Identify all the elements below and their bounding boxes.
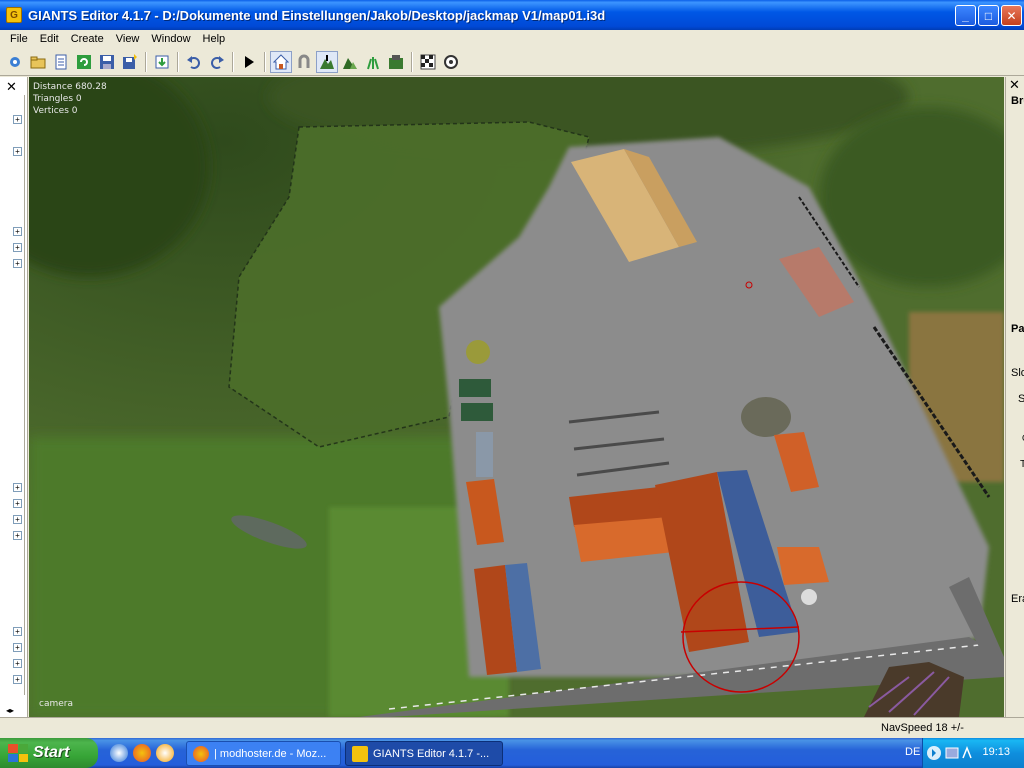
tree-expand-icon[interactable]: + (13, 115, 22, 124)
slope-label: Slo (1011, 367, 1024, 379)
menu-create[interactable]: Create (65, 33, 110, 45)
menu-window-label: Window (151, 33, 191, 45)
tree-expand-icon[interactable]: + (13, 227, 22, 236)
toolbar-separator (264, 51, 266, 72)
toolbar-separator (232, 51, 234, 72)
menu-help[interactable]: Help (197, 33, 232, 45)
tree-expand-icon[interactable]: + (13, 643, 22, 652)
language-indicator[interactable]: DE (905, 746, 920, 758)
tree-expand-icon[interactable]: + (13, 259, 22, 268)
minimize-button[interactable]: _ (955, 5, 976, 26)
tree-expand-icon[interactable]: + (13, 675, 22, 684)
menu-bar: File Edit Create View Window Help (0, 30, 1024, 48)
firefox-icon (193, 745, 209, 762)
terrain-render (29, 77, 1004, 717)
menu-window[interactable]: Window (145, 33, 196, 45)
status-bar: NavSpeed 18 +/- (0, 717, 1024, 738)
tree-expand-icon[interactable]: + (13, 243, 22, 252)
start-label: Start (33, 744, 70, 761)
windows-flag-icon (8, 744, 28, 762)
save-as-icon[interactable] (119, 51, 141, 73)
3d-viewport[interactable]: Distance 680.28 Triangles 0 Vertices 0 c… (29, 77, 1004, 717)
erase-label: Era (1011, 593, 1024, 605)
tree-expand-icon[interactable]: + (13, 147, 22, 156)
windows-taskbar: Start | modhoster.de - Moz... GIANTS Edi… (0, 738, 1024, 768)
tree-expand-icon[interactable]: + (13, 659, 22, 668)
undo-icon[interactable] (183, 51, 205, 73)
scenegraph-panel: ✕ + + + + + + + + + + + + + ◂▸ (0, 77, 28, 717)
firefox-icon[interactable] (133, 744, 151, 762)
tray-icons (927, 745, 972, 760)
checker-icon[interactable] (417, 51, 439, 73)
scenegraph-scroll-arrows[interactable]: ◂▸ (6, 706, 14, 715)
refresh-icon[interactable] (73, 51, 95, 73)
tree-expand-icon[interactable]: + (13, 627, 22, 636)
navspeed-readout: NavSpeed 18 +/- (881, 722, 964, 734)
media-player-icon[interactable] (156, 744, 174, 762)
open-icon[interactable] (27, 51, 49, 73)
render-stats: Distance 680.28 Triangles 0 Vertices 0 (33, 81, 107, 117)
show-desktop-icon[interactable] (110, 744, 128, 762)
giants-logo-icon: G (6, 7, 22, 23)
menu-help-label: Help (202, 33, 226, 45)
taskbar-item-label: | modhoster.de - Moz... (214, 747, 327, 760)
triangles-readout: Triangles 0 (33, 94, 82, 104)
texture-paint-icon[interactable] (385, 51, 407, 73)
home-icon[interactable] (270, 50, 292, 73)
menu-edit-label: Edit (39, 33, 59, 45)
scenegraph-close-button[interactable]: ✕ (6, 79, 17, 95)
taskbar-item-giants-editor[interactable]: GIANTS Editor 4.1.7 -... (345, 741, 503, 766)
tree-expand-icon[interactable]: + (13, 515, 22, 524)
save-icon[interactable] (96, 51, 118, 73)
strength-label: S (1018, 393, 1024, 405)
brush-section-label: Bru (1011, 95, 1024, 107)
giants-logo-icon (352, 745, 368, 762)
terrain-sculpt-icon[interactable] (316, 50, 338, 73)
new-scene-icon[interactable] (4, 51, 26, 73)
taskbar-item-label: GIANTS Editor 4.1.7 -... (373, 747, 490, 760)
title-bar: G GIANTS Editor 4.1.7 - D:/Dokumente und… (0, 0, 1024, 30)
menu-file-label: File (10, 33, 28, 45)
tree-expand-icon[interactable]: + (13, 483, 22, 492)
system-tray: 19:13 (922, 738, 1024, 768)
menu-view-label: View (115, 33, 140, 45)
start-button[interactable]: Start (0, 738, 98, 768)
toolbar-separator (145, 51, 147, 72)
snapshot-icon[interactable] (440, 51, 462, 73)
close-button[interactable]: ✕ (1001, 5, 1022, 26)
toolbar (0, 48, 1024, 76)
clock[interactable]: 19:13 (982, 746, 1010, 758)
tree-line (24, 95, 25, 695)
menu-edit[interactable]: Edit (34, 33, 65, 45)
params-section-label: Pa (1011, 323, 1024, 335)
tree-expand-icon[interactable]: + (13, 499, 22, 508)
import-icon[interactable] (151, 51, 173, 73)
magnet-icon[interactable] (293, 51, 315, 73)
menu-file[interactable]: File (4, 33, 34, 45)
menu-create-label: Create (70, 33, 104, 45)
redo-icon[interactable] (206, 51, 228, 73)
foliage-paint-icon[interactable] (362, 51, 384, 73)
toolbar-separator (177, 51, 179, 72)
vertices-readout: Vertices 0 (33, 106, 78, 116)
attributes-panel: ✕ Bru Pa Slo S C T Era (1005, 77, 1024, 717)
attributes-close-button[interactable]: ✕ (1009, 77, 1020, 93)
menu-view[interactable]: View (110, 33, 146, 45)
play-icon[interactable] (238, 51, 260, 73)
t-label: T (1020, 459, 1024, 470)
toolbar-separator (411, 51, 413, 72)
taskbar-item-firefox[interactable]: | modhoster.de - Moz... (186, 741, 341, 766)
camera-label: camera (39, 699, 73, 709)
tree-expand-icon[interactable]: + (13, 531, 22, 540)
maximize-button[interactable]: □ (978, 5, 999, 26)
list-icon[interactable] (50, 51, 72, 73)
terrain-paint-icon[interactable] (339, 51, 361, 73)
window-controls: _ □ ✕ (955, 5, 1022, 26)
window-title: GIANTS Editor 4.1.7 - D:/Dokumente und E… (28, 7, 606, 23)
distance-readout: Distance 680.28 (33, 82, 107, 92)
